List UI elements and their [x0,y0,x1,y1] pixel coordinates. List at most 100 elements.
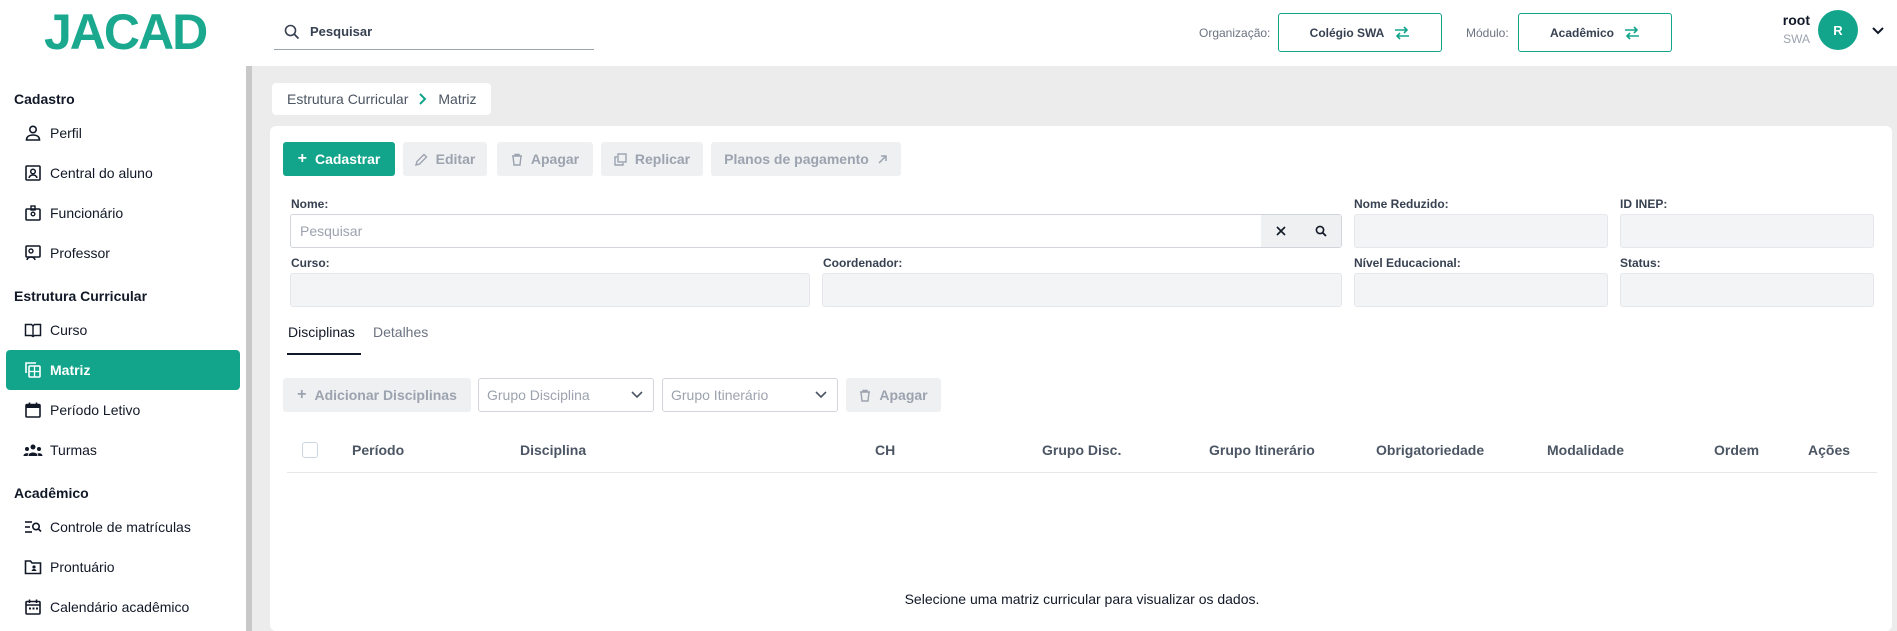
apagar-label: Apagar [530,151,580,167]
module-label: Módulo: [1466,26,1509,40]
sidebar-item-label: Central do aluno [50,165,153,181]
tab-detalhes[interactable]: Detalhes [373,324,428,340]
nivel-educacional-field[interactable] [1354,273,1608,307]
apagar-disciplina-button[interactable]: Apagar [846,378,941,412]
search-icon [1315,225,1327,237]
planos-label: Planos de pagamento [724,151,869,167]
sidebar-item-label: Professor [50,245,110,261]
sidebar: Cadastro Perfil Central do aluno Funcion… [0,66,248,631]
sidebar-item-label: Calendário acadêmico [50,599,190,615]
column-header-grupo-disc[interactable]: Grupo Disc. [1042,442,1121,458]
empty-state-message: Selecione uma matriz curricular para vis… [904,591,1260,607]
status-field[interactable] [1620,273,1874,307]
sidebar-item-label: Perfil [50,125,82,141]
chevron-down-icon[interactable] [1870,22,1886,38]
search-icon [274,24,310,40]
nome-search-button[interactable] [1301,215,1341,247]
coordenador-label: Coordenador: [823,256,903,270]
organization-label: Organização: [1199,26,1271,40]
module-selector[interactable]: Acadêmico [1518,13,1672,52]
trash-icon [860,389,871,402]
logo-text: JACAD [44,5,207,57]
sidebar-item-professor[interactable]: Professor [6,233,240,273]
nome-input[interactable] [291,215,1241,247]
sidebar-section-cadastro: Cadastro [14,91,75,107]
grupo-disciplina-select[interactable]: Grupo Disciplina [478,378,654,412]
student-card-icon [6,164,50,182]
column-header-modalidade[interactable]: Modalidade [1547,442,1624,458]
editar-button[interactable]: Editar [403,142,487,176]
replicar-label: Replicar [634,151,691,167]
avatar[interactable]: R [1818,10,1858,50]
id-inep-field[interactable] [1620,214,1874,248]
sidebar-item-periodo-letivo[interactable]: Período Letivo [6,390,240,430]
trash-icon [511,153,522,166]
grupo-itinerario-placeholder: Grupo Itinerário [671,387,769,403]
editar-label: Editar [435,151,476,167]
calendar-icon [6,598,50,616]
grupo-itinerario-select[interactable]: Grupo Itinerário [662,378,838,412]
cadastrar-button[interactable]: + Cadastrar [283,142,395,176]
organization-value: Colégio SWA [1309,25,1385,40]
top-bar: JACAD Pesquisar Organização: Colégio SWA… [0,0,1897,66]
sidebar-item-matriz[interactable]: Matriz [6,350,240,390]
sidebar-item-perfil[interactable]: Perfil [6,113,240,153]
column-header-obrigatoriedade[interactable]: Obrigatoriedade [1376,442,1484,458]
coordenador-field[interactable] [822,273,1342,307]
chevron-down-icon [631,391,643,399]
grupo-disciplina-placeholder: Grupo Disciplina [487,387,590,403]
cadastrar-label: Cadastrar [314,151,381,167]
sidebar-item-curso[interactable]: Curso [6,310,240,350]
breadcrumb: Estrutura Curricular Matriz [272,83,491,115]
nome-reduzido-field[interactable] [1354,214,1608,248]
replicar-button[interactable]: Replicar [601,142,703,176]
sidebar-section-academico: Acadêmico [14,485,89,501]
column-header-ordem[interactable]: Ordem [1714,442,1759,458]
swap-icon [1395,25,1410,40]
sidebar-item-label: Controle de matrículas [50,519,191,535]
sidebar-item-turmas[interactable]: Turmas [6,430,240,470]
curso-field[interactable] [290,273,810,307]
sidebar-item-controle-de-matriculas[interactable]: Controle de matrículas [6,507,240,547]
select-all-checkbox[interactable] [302,442,318,458]
breadcrumb-parent[interactable]: Estrutura Curricular [287,91,408,107]
matrix-icon [6,361,50,379]
status-label: Status: [1620,256,1661,270]
nome-field [290,214,1342,248]
external-link-icon [878,154,887,164]
planos-de-pagamento-button[interactable]: Planos de pagamento [711,142,901,176]
sidebar-item-label: Matriz [50,362,91,378]
copy-icon [614,152,627,166]
clear-button[interactable] [1261,215,1301,247]
sidebar-item-label: Prontuário [50,559,115,575]
column-header-acoes: Ações [1808,442,1851,458]
list-search-icon [6,518,50,536]
column-header-ch[interactable]: CH [875,442,895,458]
column-header-periodo[interactable]: Período [352,442,404,458]
sidebar-item-funcionario[interactable]: Funcionário [6,193,240,233]
organization-selector[interactable]: Colégio SWA [1278,13,1442,52]
adicionar-label: Adicionar Disciplinas [314,387,457,403]
sidebar-item-central-do-aluno[interactable]: Central do aluno [6,153,240,193]
sidebar-item-label: Período Letivo [50,402,141,418]
column-header-grupo-itinerario[interactable]: Grupo Itinerário [1209,442,1315,458]
tab-indicator [287,353,361,355]
close-icon [1276,226,1286,236]
column-header-disciplina[interactable]: Disciplina [520,442,586,458]
curso-label: Curso: [291,256,330,270]
adicionar-disciplinas-button[interactable]: + Adicionar Disciplinas [283,378,471,412]
calendar-icon [6,401,50,419]
sidebar-item-label: Funcionário [50,205,124,221]
table-header-divider [287,472,1877,473]
module-value: Acadêmico [1549,25,1615,40]
jacad-logo[interactable]: JACAD [44,5,214,57]
breadcrumb-current: Matriz [438,91,477,107]
id-inep-label: ID INEP: [1620,197,1668,211]
apagar-button[interactable]: Apagar [497,142,593,176]
plus-icon: + [297,150,307,167]
tab-disciplinas[interactable]: Disciplinas [288,324,355,340]
sidebar-item-prontuario[interactable]: Prontuário [6,547,240,587]
chevron-right-icon [419,93,427,105]
sidebar-item-calendario-academico[interactable]: Calendário acadêmico [6,587,240,627]
global-search[interactable]: Pesquisar [274,14,594,50]
